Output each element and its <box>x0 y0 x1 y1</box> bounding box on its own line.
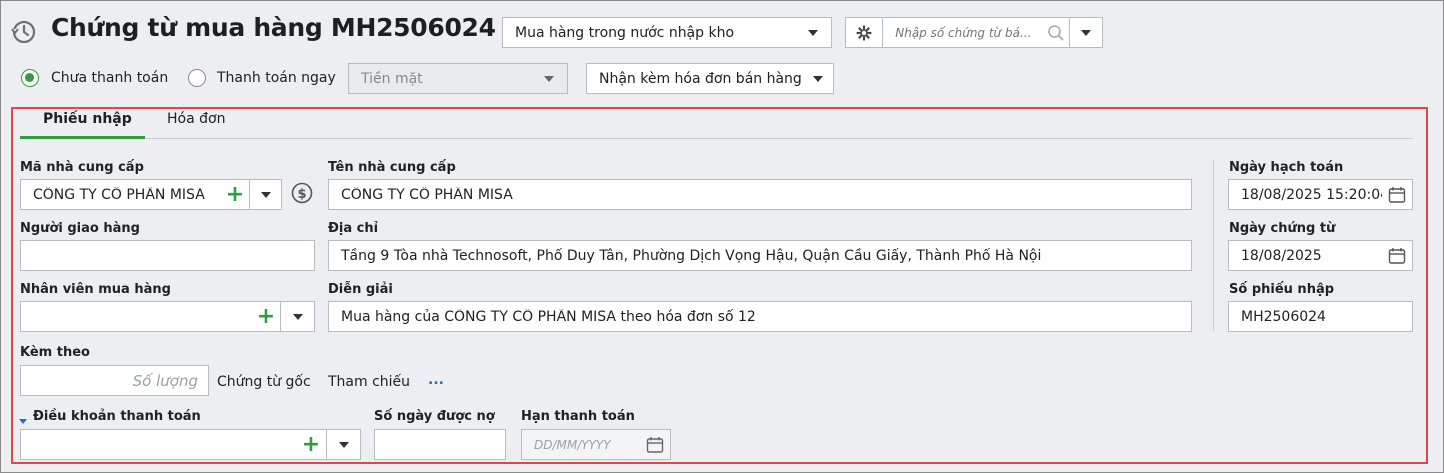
collapse-triangle-icon[interactable] <box>18 414 28 430</box>
attach-label: Kèm theo <box>20 345 90 360</box>
posting-date-value: 18/08/2025 15:20:04 <box>1241 186 1382 203</box>
original-docs-label: Chứng từ gốc <box>217 374 311 390</box>
chevron-down-icon[interactable] <box>280 302 314 331</box>
gear-icon[interactable] <box>846 18 884 47</box>
payment-method-value: Tiền mặt <box>361 70 423 87</box>
supplier-name-value: CÔNG TY CỔ PHẦN MISA <box>341 186 513 203</box>
posting-date-label: Ngày hạch toán <box>1229 160 1344 175</box>
chevron-down-icon[interactable] <box>803 64 833 93</box>
invoice-option-value: Nhận kèm hóa đơn bán hàng <box>599 70 802 87</box>
receipt-no-field[interactable]: MH2506024 <box>1228 301 1413 332</box>
address-value: Tầng 9 Tòa nhà Technosoft, Phố Duy Tân, … <box>341 247 1042 264</box>
payment-method-select[interactable]: Tiền mặt <box>348 63 568 94</box>
due-date-label: Hạn thanh toán <box>521 409 635 424</box>
unpaid-radio[interactable] <box>21 69 39 87</box>
chevron-down-icon[interactable] <box>531 64 567 93</box>
due-date-placeholder: DD/MM/YYYY <box>534 437 611 452</box>
calendar-icon[interactable] <box>640 430 670 459</box>
tab-divider <box>20 138 1413 139</box>
column-divider <box>1213 159 1214 331</box>
supplier-name-field[interactable]: CÔNG TY CỔ PHẦN MISA <box>328 179 1192 210</box>
tab-receipt[interactable]: Phiếu nhập <box>43 111 132 127</box>
deliverer-label: Người giao hàng <box>20 221 140 236</box>
search-box <box>845 17 1103 48</box>
tab-invoice[interactable]: Hóa đơn <box>167 111 225 127</box>
chevron-down-icon[interactable] <box>249 180 281 209</box>
add-buyer-icon[interactable]: + <box>252 302 280 331</box>
invoice-option-select[interactable]: Nhận kèm hóa đơn bán hàng <box>586 63 834 94</box>
dollar-circle-icon[interactable]: $ <box>291 182 313 208</box>
reference-label: Tham chiếu <box>328 374 411 390</box>
search-input[interactable] <box>893 24 1044 41</box>
search-icon[interactable] <box>1043 18 1068 47</box>
payment-terms-combo[interactable]: + <box>20 429 361 460</box>
search-dropdown-icon[interactable] <box>1068 18 1102 47</box>
credit-days-field[interactable] <box>374 429 506 460</box>
chevron-down-icon[interactable] <box>326 430 360 459</box>
history-icon[interactable] <box>11 19 37 45</box>
add-supplier-icon[interactable]: + <box>221 180 249 209</box>
buyer-combo[interactable]: + <box>20 301 315 332</box>
payment-terms-label: Điều khoản thanh toán <box>33 409 201 424</box>
due-date-field[interactable]: DD/MM/YYYY <box>521 429 671 460</box>
receipt-no-value: MH2506024 <box>1241 308 1326 325</box>
highlight-frame <box>11 107 1428 464</box>
voucher-window: Chứng từ mua hàng MH2506024 Mua hàng tro… <box>0 0 1444 473</box>
supplier-name-label: Tên nhà cung cấp <box>328 160 456 175</box>
receipt-no-label: Số phiếu nhập <box>1229 282 1335 297</box>
description-field[interactable]: Mua hàng của CÔNG TY CỔ PHẦN MISA theo h… <box>328 301 1192 332</box>
posting-date-field[interactable]: 18/08/2025 15:20:04 <box>1228 179 1413 210</box>
credit-days-label: Số ngày được nợ <box>374 409 495 424</box>
add-payment-term-icon[interactable]: + <box>296 430 326 459</box>
address-field[interactable]: Tầng 9 Tòa nhà Technosoft, Phố Duy Tân, … <box>328 240 1192 271</box>
chevron-down-icon[interactable] <box>795 18 831 47</box>
active-tab-indicator <box>20 136 145 139</box>
supplier-code-combo[interactable]: CÔNG TY CỔ PHẦN MISA + <box>20 179 282 210</box>
quantity-placeholder: Số lượng <box>132 371 198 390</box>
voucher-type-select[interactable]: Mua hàng trong nước nhập kho <box>502 17 832 48</box>
doc-date-label: Ngày chứng từ <box>1229 221 1336 236</box>
deliverer-field[interactable] <box>20 240 315 271</box>
pay-now-label: Thanh toán ngay <box>217 70 336 86</box>
quantity-field[interactable]: Số lượng <box>20 365 209 396</box>
page-title: Chứng từ mua hàng MH2506024 <box>51 13 496 42</box>
address-label: Địa chỉ <box>328 221 379 236</box>
calendar-icon[interactable] <box>1382 180 1412 209</box>
buyer-label: Nhân viên mua hàng <box>20 282 171 297</box>
description-label: Diễn giải <box>328 282 393 297</box>
supplier-code-label: Mã nhà cung cấp <box>20 160 144 175</box>
doc-date-field[interactable]: 18/08/2025 <box>1228 240 1413 271</box>
supplier-code-value: CÔNG TY CỔ PHẦN MISA <box>33 186 205 203</box>
reference-more-link[interactable]: ... <box>428 372 444 388</box>
pay-now-radio[interactable] <box>188 69 206 87</box>
unpaid-label: Chưa thanh toán <box>51 70 169 86</box>
svg-text:$: $ <box>297 187 306 202</box>
description-value: Mua hàng của CÔNG TY CỔ PHẦN MISA theo h… <box>341 308 756 325</box>
doc-date-value: 18/08/2025 <box>1241 247 1322 264</box>
calendar-icon[interactable] <box>1382 241 1412 270</box>
voucher-type-value: Mua hàng trong nước nhập kho <box>515 24 735 41</box>
